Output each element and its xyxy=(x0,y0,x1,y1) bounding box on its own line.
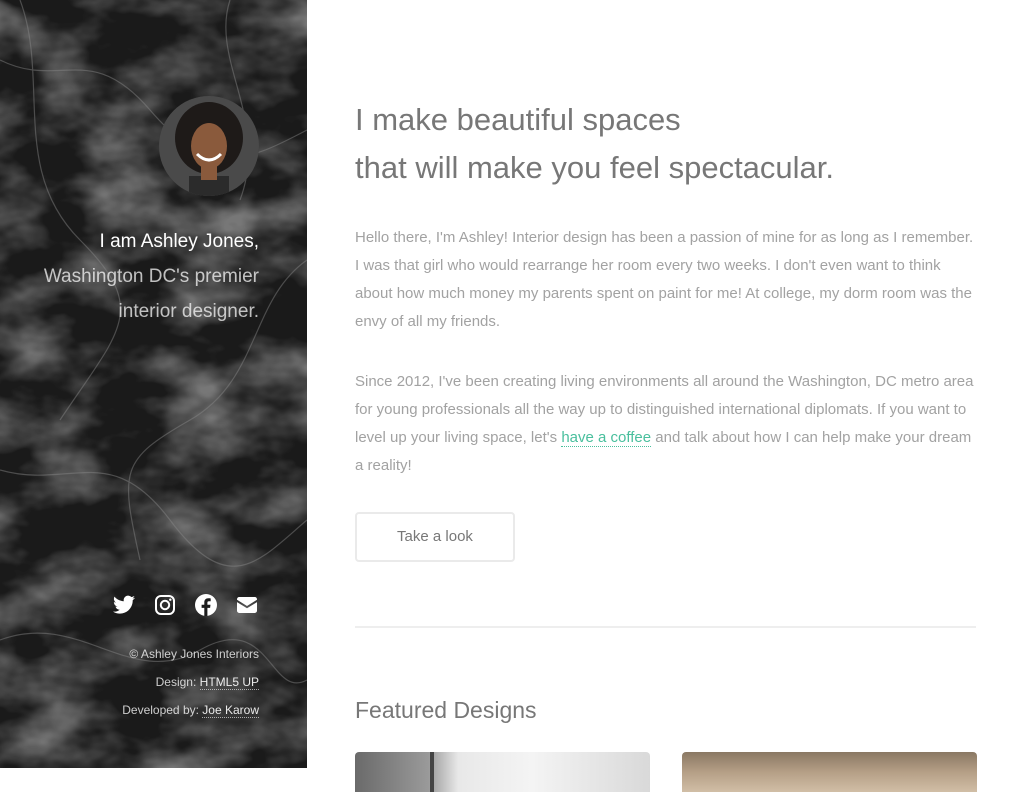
developed-label: Developed by: xyxy=(122,703,199,717)
social-links xyxy=(112,593,259,617)
featured-designs-heading: Featured Designs xyxy=(355,697,537,723)
headline-line-2: that will make you feel spectacular. xyxy=(355,150,835,185)
twitter-icon[interactable] xyxy=(112,593,136,617)
main-content: I make beautiful spaces that will make y… xyxy=(355,0,977,792)
coffee-link[interactable]: have a coffee xyxy=(561,429,652,447)
intro-paragraph: Hello there, I'm Ashley! Interior design… xyxy=(355,229,974,330)
developer-credit: Developed by: Joe Karow xyxy=(0,696,259,724)
copyright-text: © Ashley Jones Interiors xyxy=(129,647,259,661)
instagram-icon[interactable] xyxy=(153,593,177,617)
sidebar-footer: © Ashley Jones Interiors Design: HTML5 U… xyxy=(0,640,259,724)
html5up-link[interactable]: HTML5 UP xyxy=(199,675,259,690)
experience-paragraph: Since 2012, I've been creating living en… xyxy=(355,368,976,480)
avatar xyxy=(159,96,259,196)
intro-text: I am Ashley Jones, Washington DC's premi… xyxy=(29,224,259,329)
section-divider xyxy=(355,626,976,628)
envelope-icon[interactable] xyxy=(235,593,259,617)
page-headline: I make beautiful spaces that will make y… xyxy=(355,96,976,192)
headline-line-1: I make beautiful spaces xyxy=(355,102,681,137)
developer-link[interactable]: Joe Karow xyxy=(202,703,259,718)
sidebar: I am Ashley Jones, Washington DC's premi… xyxy=(0,0,307,768)
intro-tagline: Washington DC's premier interior designe… xyxy=(43,266,259,322)
design-label: Design: xyxy=(155,675,197,689)
intro-name: I am Ashley Jones, xyxy=(99,231,259,252)
avatar-illustration xyxy=(159,96,259,196)
take-a-look-button[interactable]: Take a look xyxy=(355,512,515,562)
featured-design-thumbnail[interactable] xyxy=(682,752,977,792)
featured-design-thumbnail[interactable] xyxy=(355,752,650,792)
facebook-icon[interactable] xyxy=(194,593,218,617)
design-credit: Design: HTML5 UP xyxy=(0,668,259,696)
